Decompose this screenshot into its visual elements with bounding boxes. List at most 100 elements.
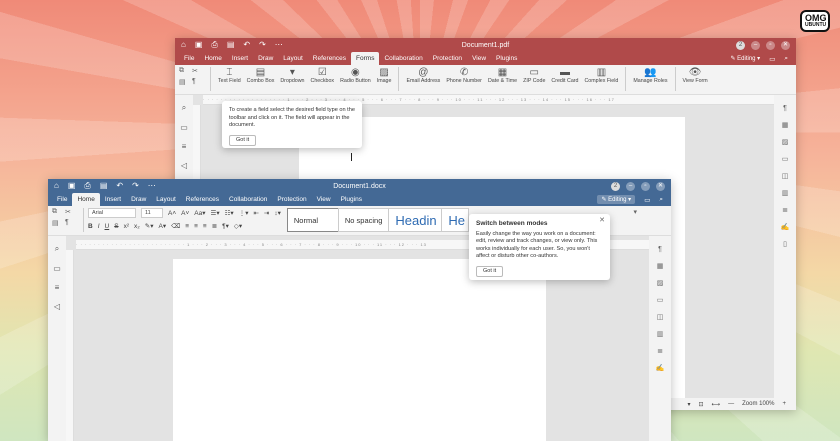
image-settings-icon[interactable]: ▨ [657, 279, 664, 287]
table-settings-icon[interactable]: ▦ [657, 262, 664, 270]
underline-icon[interactable]: U [105, 223, 110, 230]
cut-icon[interactable]: ✂ [65, 208, 75, 216]
close-button[interactable]: ✕ [656, 181, 665, 191]
signature-icon[interactable]: ✍ [656, 364, 665, 372]
document-page[interactable] [173, 259, 546, 441]
signature-icon[interactable]: ✍ [781, 223, 790, 231]
undo-icon[interactable]: ↶ [243, 40, 250, 50]
menu-insert[interactable]: Insert [227, 52, 253, 65]
zoom-out-icon[interactable]: — [728, 401, 734, 407]
dropdown-button[interactable]: ▾ Dropdown [280, 67, 304, 85]
shape-settings-icon[interactable]: ◫ [782, 172, 789, 180]
quick-print-icon[interactable]: ▤ [227, 40, 235, 50]
fit-width-icon[interactable]: ⟷ [712, 401, 721, 408]
menu-collaboration[interactable]: Collaboration [379, 52, 427, 65]
menu-home[interactable]: Home [199, 52, 226, 65]
line-spacing-icon[interactable]: ↕▾ [274, 209, 281, 217]
align-right-icon[interactable]: ≡ [203, 223, 207, 230]
menu-plugins[interactable]: Plugins [491, 52, 522, 65]
font-name-select[interactable]: Arial [88, 208, 136, 218]
print-icon[interactable]: ⎙ [211, 40, 217, 50]
menu-protection[interactable]: Protection [428, 52, 467, 65]
editing-mode-button[interactable]: ✎ Editing ▾ [730, 55, 760, 62]
maximize-button[interactable]: ▫ [641, 181, 650, 191]
menu-layout[interactable]: Layout [278, 52, 308, 65]
radio-button-button[interactable]: ◉ Radio Button [340, 67, 371, 85]
zoom-in-icon[interactable]: + [782, 401, 786, 407]
menu-view[interactable]: View [467, 52, 491, 65]
search-icon[interactable]: ⌕ [659, 196, 663, 204]
paste-icon[interactable]: ▤ [52, 219, 62, 227]
copy-icon[interactable]: ⧉ [52, 208, 62, 216]
save-icon[interactable]: ▣ [195, 40, 203, 50]
table-settings-icon[interactable]: ▦ [782, 121, 789, 129]
menu-draw[interactable]: Draw [126, 193, 151, 206]
checkbox-button[interactable]: ☑ Checkbox [311, 67, 335, 85]
strikethrough-icon[interactable]: S [114, 223, 118, 230]
increase-indent-icon[interactable]: ⇥ [264, 209, 269, 217]
credit-card-button[interactable]: ▬ Credit Card [551, 67, 578, 85]
print-icon[interactable]: ⎙ [84, 181, 90, 191]
text-art-icon[interactable]: ≣ [657, 347, 663, 355]
image-button[interactable]: ▨ Image [377, 67, 392, 85]
zoom-level[interactable]: Zoom 100% [742, 401, 774, 407]
style-heading-2[interactable]: He [441, 208, 470, 232]
phone-number-button[interactable]: ✆ Phone Number [446, 67, 482, 85]
clear-format-icon[interactable]: ⌫ [171, 222, 180, 230]
comments-icon[interactable]: ▭ [53, 264, 61, 273]
open-location-icon[interactable]: ▭ [644, 196, 650, 204]
combo-box-button[interactable]: ▤ Combo Box [247, 67, 275, 85]
quick-print-icon[interactable]: ▤ [100, 181, 108, 191]
complex-field-button[interactable]: ▥ Complex Field [584, 67, 618, 85]
got-it-button[interactable]: Got it [476, 265, 504, 277]
navigation-icon[interactable]: ≡ [55, 283, 60, 292]
home-icon[interactable]: ⌂ [54, 181, 59, 191]
manage-roles-button[interactable]: 👥 Manage Roles [633, 67, 667, 85]
menu-collaboration[interactable]: Collaboration [224, 193, 272, 206]
chart-settings-icon[interactable]: ▥ [782, 189, 789, 197]
save-icon[interactable]: ▣ [68, 181, 76, 191]
redo-icon[interactable]: ↷ [132, 181, 139, 191]
menu-file[interactable]: File [179, 52, 199, 65]
text-field-button[interactable]: ⌶ Text Field [218, 67, 241, 85]
avatar[interactable]: 2 [611, 181, 620, 191]
menu-plugins[interactable]: Plugins [336, 193, 367, 206]
shape-settings-icon[interactable]: ◫ [657, 313, 664, 321]
avatar[interactable]: 2 [736, 40, 745, 50]
speaker-icon[interactable]: ◁ [181, 161, 187, 170]
minimize-button[interactable]: – [751, 40, 760, 50]
styles-expand-icon[interactable]: ▾ [633, 208, 637, 216]
format-painter-icon[interactable]: ¶ [192, 78, 202, 86]
bullets-icon[interactable]: ☰▾ [211, 209, 220, 217]
header-settings-icon[interactable]: ▭ [657, 296, 664, 304]
image-settings-icon[interactable]: ▨ [782, 138, 789, 146]
shading-icon[interactable]: ◇▾ [234, 222, 242, 230]
redo-icon[interactable]: ↷ [259, 40, 266, 50]
open-location-icon[interactable]: ▭ [769, 55, 775, 63]
menu-insert[interactable]: Insert [100, 193, 126, 206]
menu-forms[interactable]: Forms [351, 52, 380, 65]
paragraph-settings-icon[interactable]: ¶ [783, 105, 787, 112]
menu-draw[interactable]: Draw [253, 52, 278, 65]
superscript-icon[interactable]: x² [124, 223, 129, 230]
menu-protection[interactable]: Protection [272, 193, 311, 206]
search-icon[interactable]: ⌕ [784, 55, 788, 63]
align-left-icon[interactable]: ≡ [185, 223, 189, 230]
editing-mode-button[interactable]: ✎ Editing ▾ [597, 195, 636, 204]
chart-settings-icon[interactable]: ▥ [657, 330, 664, 338]
minimize-button[interactable]: – [626, 181, 635, 191]
justify-icon[interactable]: ≣ [212, 222, 217, 230]
change-case-icon[interactable]: Aa▾ [194, 209, 205, 217]
home-icon[interactable]: ⌂ [181, 40, 186, 50]
close-button[interactable]: ✕ [781, 40, 790, 50]
highlight-icon[interactable]: ✎▾ [145, 222, 154, 230]
multilevel-icon[interactable]: ⋮▾ [239, 209, 249, 217]
font-size-select[interactable]: 11 [141, 208, 163, 218]
menu-references[interactable]: References [181, 193, 224, 206]
search-icon[interactable]: ⌕ [55, 244, 59, 254]
maximize-button[interactable]: ▫ [766, 40, 775, 50]
style-heading-1[interactable]: Headin [388, 208, 443, 232]
email-address-button[interactable]: @ Email Address [406, 67, 440, 85]
style-no-spacing[interactable]: No spacing [337, 208, 390, 232]
menu-layout[interactable]: Layout [151, 193, 181, 206]
